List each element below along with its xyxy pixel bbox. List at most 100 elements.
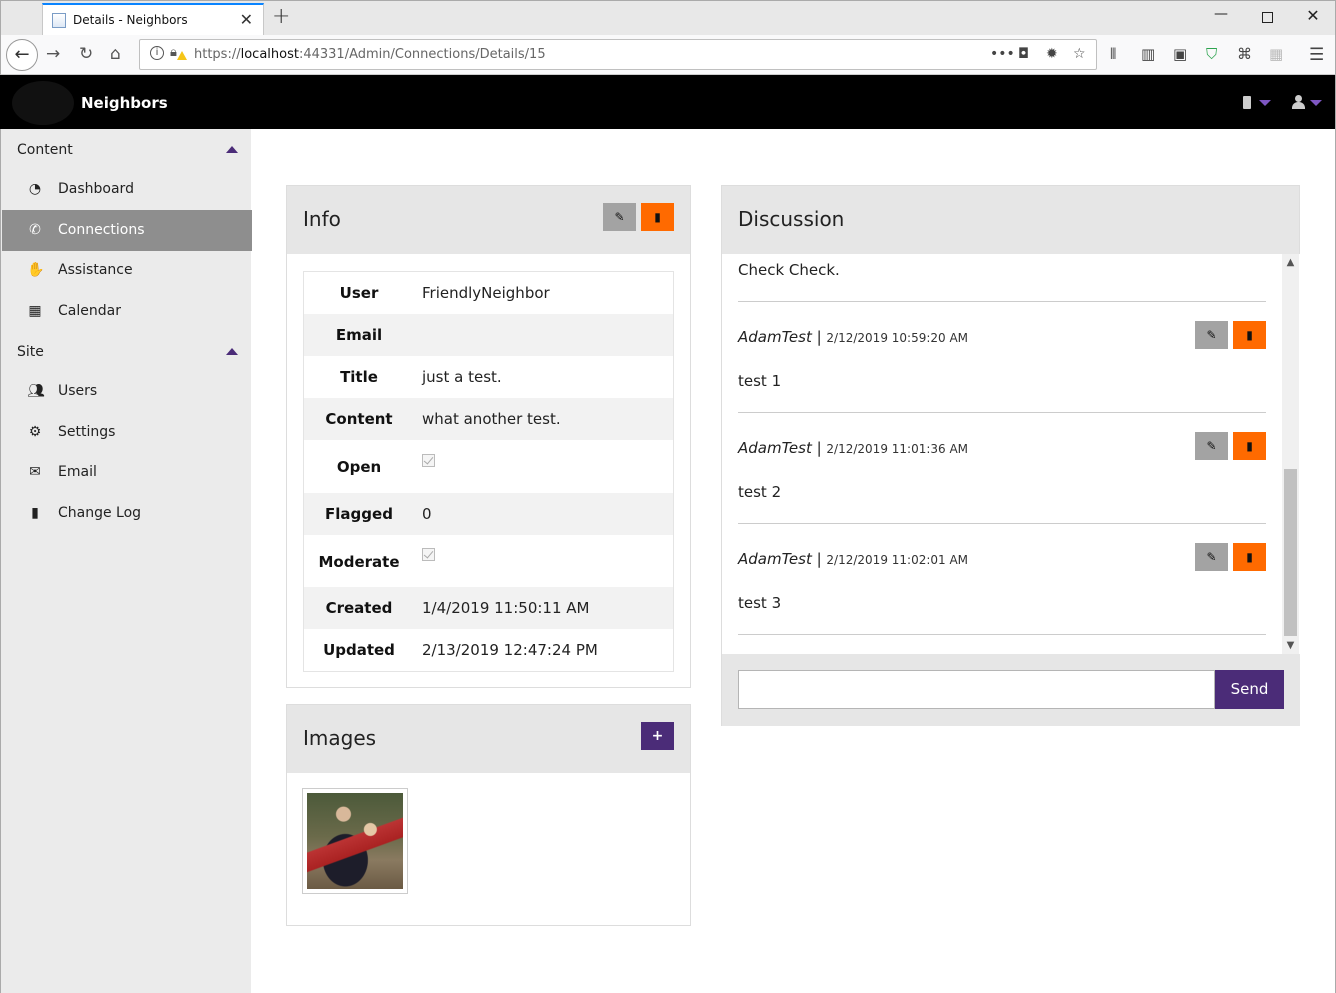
edit-message-button[interactable]: ✎ [1195,543,1228,571]
handshake-icon: ✋ [27,262,45,278]
sidebar-item-calendar[interactable]: ▦ Calendar [2,291,252,332]
new-tab-button[interactable]: + [272,4,290,29]
site-info-icon[interactable]: i [150,46,164,60]
message-text: test 1 [738,372,782,390]
message-divider [738,634,1266,635]
sidebar-item-connections[interactable]: ✆ Connections [2,210,252,251]
sidebar-toggle-icon[interactable]: ▥ [1141,45,1155,63]
menu-icon[interactable]: ☰ [1309,45,1324,65]
edit-icon: ✎ [614,210,625,224]
forward-button[interactable]: → [46,44,60,64]
mobile-icon[interactable] [1243,96,1251,109]
scroll-thumb[interactable] [1284,469,1297,636]
edit-icon: ✎ [1206,550,1217,564]
page-favicon-icon [52,13,66,28]
extension-bug-icon[interactable]: ✹ [1046,46,1058,62]
edit-message-button[interactable]: ✎ [1195,321,1228,349]
trash-icon: ▮ [1246,439,1253,453]
send-button[interactable]: Send [1215,670,1284,709]
url-text[interactable]: https://localhost:44331/Admin/Connection… [194,47,546,62]
info-row-open: Open [304,440,673,493]
edit-button[interactable]: ✎ [603,203,636,231]
sidebar: Content ◔ Dashboard ✆ Connections ✋ Assi… [0,129,252,993]
info-row-title: Title just a test. [304,356,673,398]
sidebar-section-content[interactable]: Content [17,142,73,158]
delete-message-button[interactable]: ▮ [1233,543,1266,571]
info-table: User FriendlyNeighbor Email Title just a… [303,271,674,672]
window-minimize-button[interactable]: — [1201,6,1241,30]
extension-grid-icon[interactable]: ▦ [1269,45,1283,63]
scroll-up-icon[interactable]: ▲ [1282,254,1299,271]
info-value: 2/13/2019 12:47:24 PM [422,641,598,659]
window-maximize-button[interactable] [1247,6,1287,30]
url-bar[interactable]: i 🔒︎ https://localhost:44331/Admin/Conne… [139,39,1097,70]
info-panel-title: Info [303,207,341,231]
message-text: Check Check. [738,261,840,279]
message-list[interactable]: Check Check. AdamTest | 2/12/2019 10:59:… [722,254,1300,654]
dashboard-icon: ◔ [28,181,42,197]
screenshot-icon[interactable]: ▣ [1173,45,1187,63]
library-icon[interactable]: ⫴ [1110,45,1116,63]
gears-icon: ⚙ [28,424,42,440]
browser-toolbar: ← → ↻ ⌂ i 🔒︎ https://localhost:44331/Adm… [0,35,1336,75]
lock-icon[interactable]: 🔒︎ [170,45,177,60]
message-composer: Send [722,654,1300,726]
message-author: AdamTest | 2/12/2019 11:01:36 AM [738,439,969,457]
sidebar-item-assistance[interactable]: ✋ Assistance [2,250,252,291]
image-thumbnail[interactable] [302,788,408,894]
window-close-button[interactable]: ✕ [1293,6,1333,30]
reload-button[interactable]: ↻ [79,44,93,64]
home-button[interactable]: ⌂ [110,44,121,64]
images-panel-title: Images [303,726,377,750]
message-divider [738,523,1266,524]
collapse-caret-icon[interactable] [226,146,238,153]
mobile-dropdown-caret-icon[interactable] [1259,100,1271,106]
info-key: Created [325,599,393,617]
message-input[interactable] [738,670,1215,709]
message-scrollbar[interactable]: ▲ ▼ [1282,254,1299,654]
info-row-updated: Updated 2/13/2019 12:47:24 PM [304,629,673,671]
message-author: AdamTest | 2/12/2019 10:59:20 AM [738,328,969,346]
tab-title: Details - Neighbors [73,13,188,27]
back-button[interactable]: ← [6,39,38,71]
trash-icon: ▮ [654,210,661,224]
sidebar-item-settings[interactable]: ⚙ Settings [2,412,252,453]
sidebar-section-site[interactable]: Site [17,344,44,360]
sidebar-item-change-log[interactable]: ▮ Change Log [2,493,252,534]
shield-icon[interactable]: ⛉ [1206,45,1217,63]
discussion-panel: Discussion Check Check. AdamTest | 2/12/… [721,185,1300,726]
moderate-checkbox [422,548,435,561]
logo[interactable] [12,81,74,125]
tab-close-icon[interactable]: ✕ [240,10,253,29]
add-image-button[interactable]: + [641,722,674,750]
extension-icon[interactable]: ⌘ [1237,45,1252,63]
sidebar-item-users[interactable]: 👥︎ Users [2,371,252,412]
delete-message-button[interactable]: ▮ [1233,432,1266,460]
sidebar-item-dashboard[interactable]: ◔ Dashboard [2,169,252,210]
discussion-panel-header: Discussion [722,186,1299,254]
images-panel: Images + [286,704,691,926]
collapse-caret-icon[interactable] [226,348,238,355]
edit-message-button[interactable]: ✎ [1195,432,1228,460]
calendar-icon: ▦ [28,303,42,319]
page-actions-icon[interactable]: ••• [990,46,1015,62]
delete-button[interactable]: ▮ [641,203,674,231]
sidebar-item-label: Dashboard [58,181,134,197]
browser-tab[interactable]: Details - Neighbors ✕ [42,3,264,36]
app-header: Neighbors [0,75,1336,129]
envelope-icon: ✉ [29,464,41,480]
sidebar-item-label: Change Log [58,505,142,521]
info-value: 0 [422,505,432,523]
user-dropdown-caret-icon[interactable] [1310,100,1322,106]
delete-message-button[interactable]: ▮ [1233,321,1266,349]
sidebar-item-email[interactable]: ✉ Email [2,452,252,493]
info-panel-header: Info ✎ ▮ [287,186,690,254]
bookmark-star-icon[interactable]: ☆ [1073,46,1086,62]
scroll-down-icon[interactable]: ▼ [1282,637,1299,654]
edit-icon: ✎ [1206,328,1217,342]
info-key: Moderate [318,553,400,571]
trash-icon: ▮ [1246,328,1253,342]
pocket-icon[interactable]: ◘ [1018,46,1029,62]
brand-name[interactable]: Neighbors [81,94,168,112]
info-row-created: Created 1/4/2019 11:50:11 AM [304,587,673,629]
